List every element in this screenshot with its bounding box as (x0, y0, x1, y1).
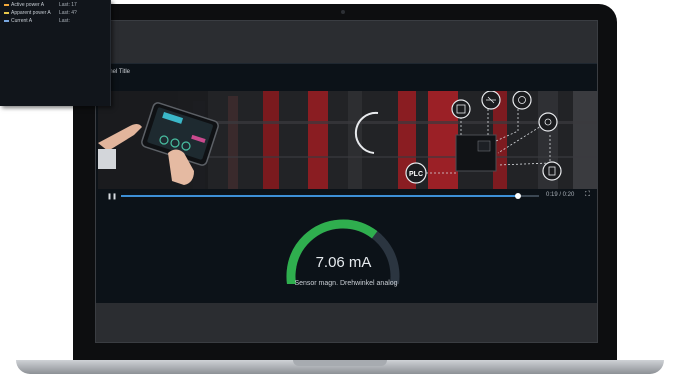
legend-tooltip: Active power A Last: 17 Apparent power A… (0, 0, 111, 106)
fullscreen-icon[interactable]: ⛶ (585, 191, 590, 199)
pause-icon[interactable]: ❚❚ (107, 193, 117, 200)
screen-top-bar (96, 21, 597, 63)
gauge-arc (286, 219, 400, 284)
dashboard-panel: Panel Title PLC ❚❚ 0:19 / 0:20 ⛶ 7.06 mA… (96, 63, 597, 304)
series-label: Apparent power A (11, 10, 51, 16)
video-time: 0:19 / 0:20 (546, 192, 575, 198)
series-last-value: Last: 4? (59, 10, 77, 16)
screen-bottom-bar (96, 303, 597, 342)
video-progress-fill (121, 195, 519, 197)
webcam-dot (341, 10, 345, 14)
gauge-label: Sensor magn. Drehwinkel analog (294, 280, 398, 287)
plc-label: PLC (409, 171, 423, 178)
laptop-screen: Panel Title PLC ❚❚ 0:19 / 0:20 ⛶ 7.06 mA… (95, 20, 598, 343)
video-controls: ❚❚ 0:19 / 0:20 ⛶ (98, 190, 597, 202)
video-scrubber-handle[interactable] (515, 193, 522, 199)
gauge-widget: 7.06 mA Sensor magn. Drehwinkel analog (281, 214, 416, 294)
tooltip-row: Active power A (4, 2, 44, 8)
series-swatch (4, 19, 9, 22)
video-progress-bar[interactable] (121, 193, 539, 199)
laptop-base-notch (293, 360, 387, 366)
series-label: Current A (11, 18, 33, 24)
tooltip-row: Apparent power A (4, 10, 51, 16)
video-frame: PLC (98, 91, 597, 189)
series-swatch (4, 11, 9, 14)
tooltip-row: Current A (4, 18, 32, 24)
video-player[interactable]: PLC (98, 91, 597, 189)
series-swatch (4, 3, 9, 6)
gauge-value: 7.06 mA (315, 254, 372, 271)
series-last-value: Last: (59, 18, 70, 24)
series-label: Active power A (11, 2, 45, 8)
series-last-value: Last: 17 (59, 2, 77, 8)
